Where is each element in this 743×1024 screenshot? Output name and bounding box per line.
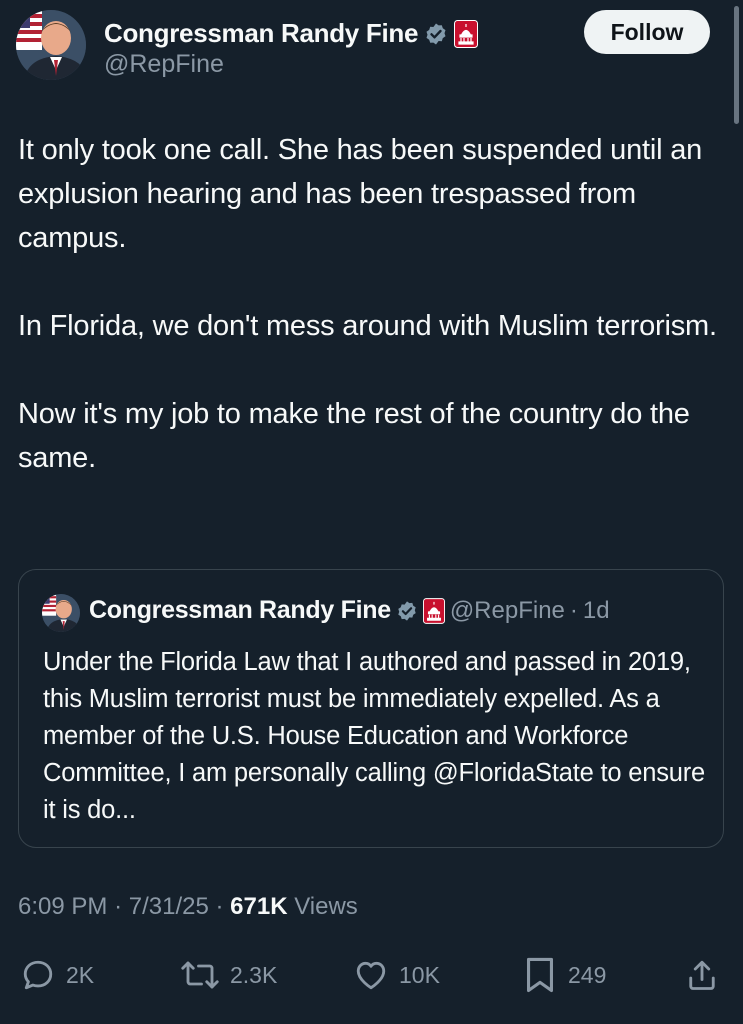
views-count: 671K [230, 893, 288, 920]
bookmark-count: 249 [568, 961, 607, 988]
quoted-tweet-card[interactable]: Congressman Randy Fine @RepFine · 1d Und… [18, 569, 724, 848]
quoted-author-row: Congressman Randy Fine @RepFine · 1d [89, 596, 610, 625]
author-handle[interactable]: @RepFine [104, 50, 224, 79]
quoted-tweet-time: 1d [582, 596, 610, 624]
repost-button[interactable]: 2.3K [180, 950, 277, 1000]
tweet-text: It only took one call. She has been susp… [18, 128, 718, 480]
like-count: 10K [399, 961, 440, 988]
follow-button[interactable]: Follow [584, 10, 710, 54]
quoted-author-avatar [42, 594, 80, 632]
tweet-time[interactable]: 6:09 PM [18, 893, 107, 920]
tweet-paragraph: Now it's my job to make the rest of the … [18, 398, 690, 474]
tweet-header: Congressman Randy Fine @RepFine Follow [16, 10, 716, 84]
tweet-meta: 6:09 PM · 7/31/25 · 671K Views [18, 893, 358, 921]
separator-dot: · [114, 893, 123, 920]
bookmark-button[interactable]: 249 [522, 950, 606, 1000]
tweet-date[interactable]: 7/31/25 [129, 893, 209, 920]
share-icon [689, 960, 715, 990]
views-label: Views [294, 893, 358, 920]
quoted-author-handle: @RepFine [449, 596, 565, 624]
quoted-tweet-text: Under the Florida Law that I authored an… [43, 648, 705, 824]
author-name-row: Congressman Randy Fine [104, 18, 479, 49]
reply-button[interactable]: 2K [20, 950, 94, 1000]
verified-badge-icon [424, 22, 448, 46]
tweet-paragraph: It only took one call. She has been susp… [18, 134, 703, 254]
repost-count: 2.3K [230, 961, 278, 988]
quoted-author-name: Congressman Randy Fine [89, 596, 391, 624]
separator-dot: · [569, 596, 578, 624]
tweet-paragraph: In Florida, we don't mess around with Mu… [18, 310, 717, 342]
us-capitol-badge-icon [422, 597, 445, 624]
avatar-image [42, 594, 80, 632]
share-button[interactable] [684, 950, 720, 1000]
heart-icon [356, 961, 386, 990]
separator-dot: · [215, 893, 224, 920]
repost-icon [181, 961, 219, 989]
author-avatar[interactable] [16, 10, 86, 80]
scrollbar[interactable] [734, 6, 739, 124]
bookmark-icon [526, 957, 554, 993]
avatar-image [16, 10, 86, 80]
verified-badge-icon [396, 600, 418, 622]
action-bar: 2K 2.3K 10K 249 [0, 950, 743, 1000]
author-display-name[interactable]: Congressman Randy Fine [104, 18, 418, 49]
like-button[interactable]: 10K [353, 950, 440, 1000]
reply-icon [23, 960, 53, 990]
us-capitol-badge-icon [454, 19, 479, 48]
reply-count: 2K [66, 961, 95, 988]
